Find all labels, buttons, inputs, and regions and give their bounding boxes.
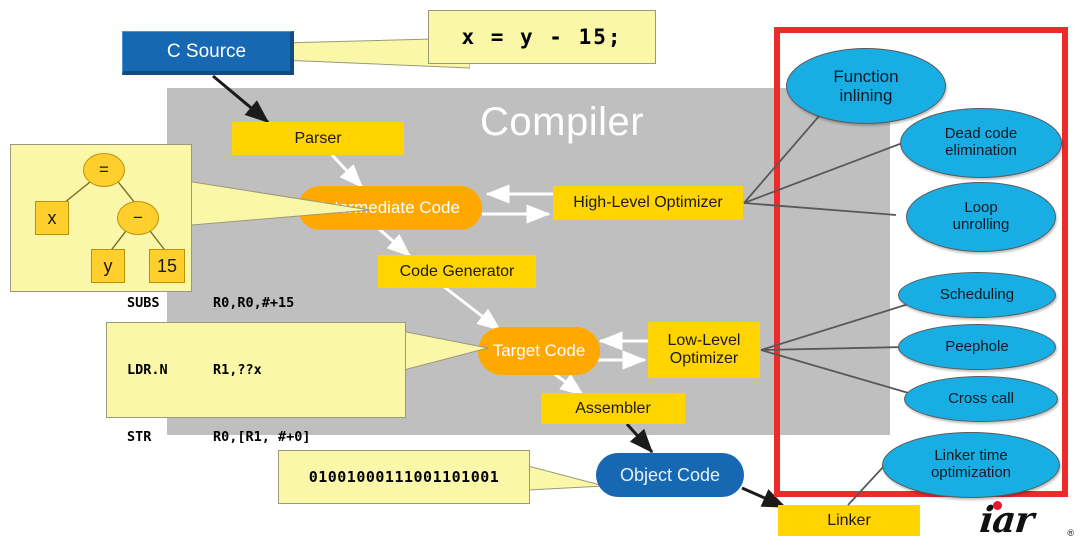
bubble-line1: Cross call xyxy=(948,389,1014,407)
link-hlo-dead-code xyxy=(743,141,906,204)
link-llo-cross-call xyxy=(760,349,913,395)
bubble-line2: unrolling xyxy=(952,216,1010,233)
bubble-line1: Loop xyxy=(964,199,998,217)
bubble-linker-time-optimization[interactable]: Linker time optimization xyxy=(882,432,1060,498)
bubble-line2: optimization xyxy=(930,464,1012,481)
iar-logo-dot xyxy=(993,501,1002,510)
iar-logo-registered: ® xyxy=(1067,528,1074,538)
bubble-function-inlining[interactable]: Function inlining xyxy=(786,48,946,124)
diagram-canvas: Compiler C Source Parser Intermediate Co… xyxy=(0,0,1080,547)
link-llo-scheduling xyxy=(760,301,916,351)
bubble-line1: Function xyxy=(833,66,899,86)
bubble-line1: Linker time xyxy=(934,447,1008,465)
link-hlo-function-inlining xyxy=(743,107,827,204)
bubble-line2: inlining xyxy=(839,86,893,105)
iar-logo-wordmark: iar xyxy=(977,499,1036,541)
bubble-cross-call[interactable]: Cross call xyxy=(904,376,1058,422)
bubble-loop-unrolling[interactable]: Loop unrolling xyxy=(906,182,1056,252)
bubble-scheduling[interactable]: Scheduling xyxy=(898,272,1056,318)
bubble-dead-code-elimination[interactable]: Dead code elimination xyxy=(900,108,1062,178)
bubble-line1: Dead code xyxy=(944,125,1018,143)
bubble-line2: elimination xyxy=(945,142,1017,159)
bubble-peephole[interactable]: Peephole xyxy=(898,324,1056,370)
bubble-line1: Peephole xyxy=(945,337,1009,355)
link-llo-peephole xyxy=(760,346,906,351)
bubble-line1: Scheduling xyxy=(939,285,1015,303)
link-hlo-loop-unrolling xyxy=(743,202,897,216)
iar-logo: iar ® xyxy=(977,499,1074,544)
